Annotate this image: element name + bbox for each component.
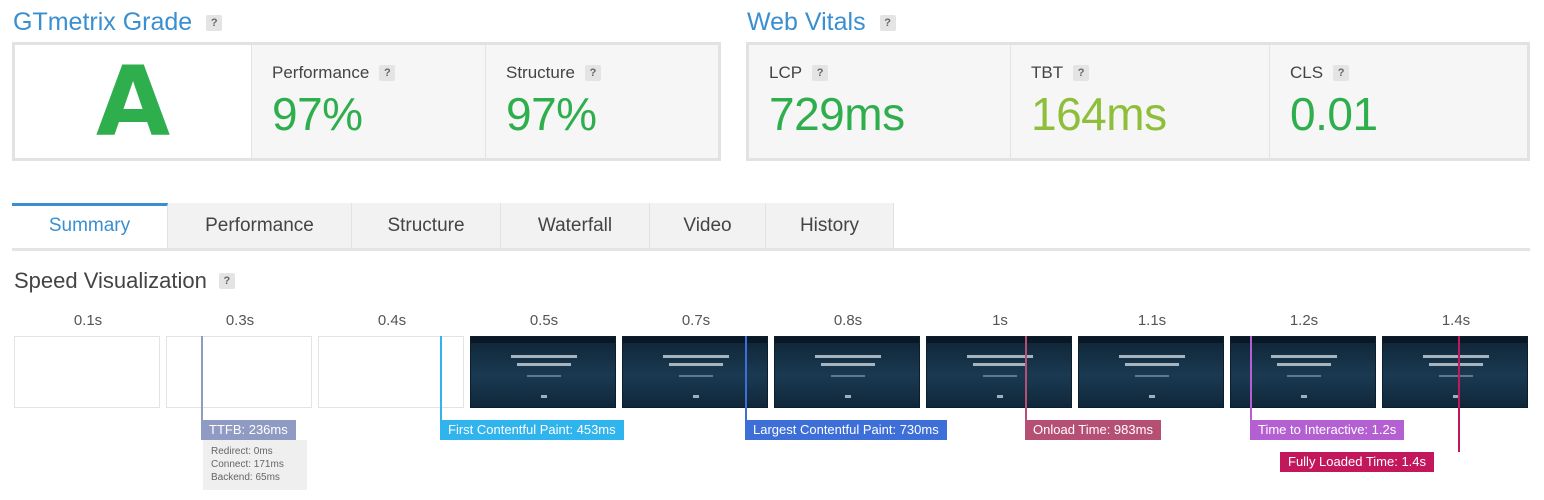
structure-help-icon[interactable]: ? (584, 65, 601, 81)
tti-marker: Time to Interactive: 1.2s (1250, 420, 1405, 440)
grade-cell: A (15, 45, 252, 158)
tab-history[interactable]: History (766, 203, 894, 248)
tbt-label: TBT (1031, 63, 1064, 82)
filmstrip-frame[interactable] (166, 336, 312, 408)
structure-label: Structure (506, 63, 575, 82)
lcp-marker: Largest Contentful Paint: 730ms (745, 420, 947, 440)
time-label: 0.7s (681, 312, 711, 329)
lcp-help-icon[interactable]: ? (812, 65, 829, 81)
performance-help-icon[interactable]: ? (379, 65, 396, 81)
lcp-label-row: LCP ? (769, 63, 829, 83)
filmstrip-frame[interactable] (1382, 336, 1528, 408)
cls-value: 0.01 (1290, 88, 1378, 140)
tbt-cell: TBT ? 164ms (1011, 45, 1270, 158)
tab-structure[interactable]: Structure (352, 203, 501, 248)
ttfb-marker: TTFB: 236ms (201, 420, 296, 440)
report-tabs: Summary Performance Structure Waterfall … (12, 203, 1530, 251)
lcp-marker-line (745, 336, 747, 420)
vitals-panel: LCP ? 729ms TBT ? 164ms CLS ? 0.01 (746, 42, 1530, 161)
tbt-value: 164ms (1031, 88, 1167, 140)
time-label: 1.4s (1441, 312, 1471, 329)
speed-visualization-title: Speed Visualization ? (14, 268, 235, 294)
time-label: 0.8s (833, 312, 863, 329)
speed-visualization-heading: Speed Visualization (14, 268, 207, 293)
structure-value: 97% (506, 88, 597, 140)
web-vitals-title: Web Vitals ? (747, 8, 896, 37)
speed-help-icon[interactable]: ? (218, 273, 235, 289)
gtmetrix-grade-title: GTmetrix Grade ? (13, 8, 223, 37)
onload-marker-line (1025, 336, 1027, 420)
tti-marker-line (1250, 336, 1252, 420)
grade-help-icon[interactable]: ? (206, 14, 223, 31)
lcp-cell: LCP ? 729ms (749, 45, 1011, 158)
time-label: 1.1s (1137, 312, 1167, 329)
filmstrip-frame[interactable] (14, 336, 160, 408)
performance-cell: Performance ? 97% (252, 45, 486, 158)
fully-loaded-marker-line (1458, 336, 1460, 452)
onload-marker: Onload Time: 983ms (1025, 420, 1161, 440)
tab-summary[interactable]: Summary (12, 203, 168, 248)
cls-help-icon[interactable]: ? (1333, 65, 1350, 81)
tab-video[interactable]: Video (650, 203, 766, 248)
web-vitals-heading: Web Vitals (747, 8, 866, 36)
performance-label-row: Performance ? (272, 63, 396, 83)
time-label: 0.1s (73, 312, 103, 329)
filmstrip-frame[interactable] (926, 336, 1072, 408)
lcp-label: LCP (769, 63, 803, 82)
cls-label-row: CLS ? (1290, 63, 1350, 83)
gtmetrix-grade-heading: GTmetrix Grade (13, 8, 193, 36)
ttfb-redirect: Redirect: 0ms (211, 446, 273, 457)
fcp-marker: First Contentful Paint: 453ms (440, 420, 624, 440)
time-label: 1s (992, 312, 1008, 329)
structure-cell: Structure ? 97% (486, 45, 718, 158)
performance-value: 97% (272, 88, 363, 140)
filmstrip-frame[interactable] (774, 336, 920, 408)
grade-letter: A (95, 45, 171, 158)
ttfb-marker-line (201, 336, 203, 420)
tab-performance[interactable]: Performance (168, 203, 352, 248)
time-label: 0.4s (377, 312, 407, 329)
ttfb-connect: Connect: 171ms (211, 459, 284, 470)
filmstrip-frame[interactable] (1078, 336, 1224, 408)
lcp-value: 729ms (769, 88, 905, 140)
vitals-help-icon[interactable]: ? (879, 14, 896, 31)
tab-waterfall[interactable]: Waterfall (501, 203, 650, 248)
structure-label-row: Structure ? (506, 63, 601, 83)
fcp-marker-line (440, 336, 442, 420)
tbt-help-icon[interactable]: ? (1073, 65, 1090, 81)
cls-label: CLS (1290, 63, 1324, 82)
filmstrip-frame[interactable] (318, 336, 464, 408)
ttfb-breakdown: Redirect: 0ms Connect: 171ms Backend: 65… (203, 440, 307, 490)
fully-loaded-marker: Fully Loaded Time: 1.4s (1280, 452, 1435, 472)
performance-label: Performance (272, 63, 370, 82)
time-label: 0.5s (529, 312, 559, 329)
time-label: 1.2s (1289, 312, 1319, 329)
tbt-label-row: TBT ? (1031, 63, 1090, 83)
ttfb-backend: Backend: 65ms (211, 472, 280, 483)
time-label: 0.3s (225, 312, 255, 329)
grade-panel: A Performance ? 97% Structure ? 97% (12, 42, 721, 161)
filmstrip-frame[interactable] (470, 336, 616, 408)
cls-cell: CLS ? 0.01 (1270, 45, 1527, 158)
